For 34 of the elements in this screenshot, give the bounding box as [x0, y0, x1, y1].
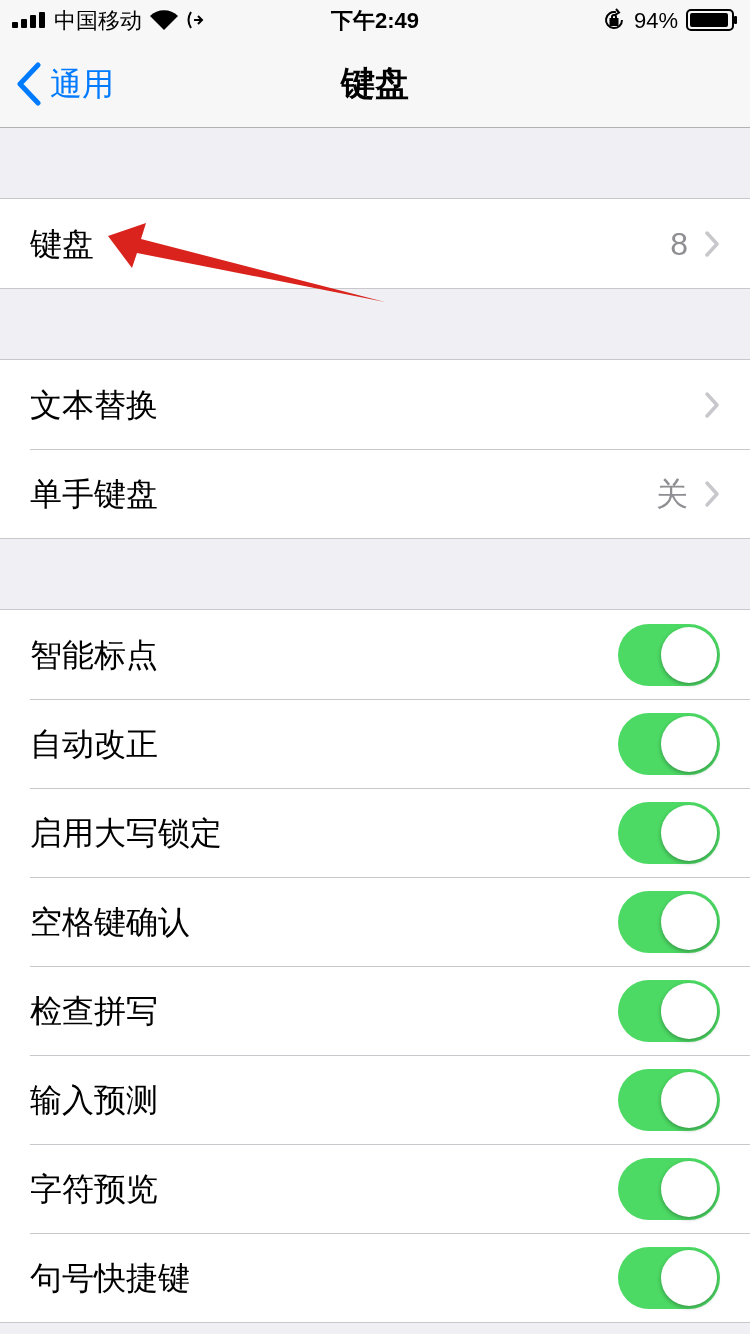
toggle-switch[interactable]	[618, 1247, 720, 1309]
call-forward-icon	[186, 10, 204, 30]
row-label: 单手键盘	[30, 475, 158, 514]
back-button[interactable]: 通用	[0, 40, 114, 128]
wifi-icon	[150, 10, 178, 30]
carrier-name: 中国移动	[54, 6, 142, 35]
row-label: 文本替换	[30, 385, 158, 425]
row-value: 关	[656, 475, 688, 514]
row-label: 输入预测	[30, 1081, 158, 1120]
toggle-switch[interactable]	[618, 802, 720, 864]
chevron-icon	[704, 390, 720, 419]
status-time: 下午2:49	[331, 6, 420, 35]
toggle-switch[interactable]	[618, 713, 720, 775]
signal-icon	[12, 12, 46, 28]
row-label: 字符预览	[30, 1170, 158, 1209]
toggle-switch[interactable]	[618, 623, 720, 686]
row-label: 启用大写锁定	[30, 814, 222, 853]
row-label: 智能标点	[30, 635, 158, 675]
back-chevron-icon	[16, 62, 42, 106]
toggle-switch[interactable]	[618, 1158, 720, 1220]
battery-icon	[686, 9, 738, 31]
row-label: 空格键确认	[30, 903, 190, 942]
row-label: 自动改正	[30, 725, 158, 764]
toggle-switch[interactable]	[618, 891, 720, 953]
chevron-icon	[704, 229, 720, 258]
chevron-icon	[704, 480, 720, 508]
row-label: 句号快捷键	[30, 1259, 190, 1298]
toggle-switch[interactable]	[618, 1069, 720, 1131]
row-value: 8	[670, 224, 688, 264]
row-label: 检查拼写	[30, 992, 158, 1031]
battery-percent: 94%	[633, 6, 678, 35]
row-label: 键盘	[30, 224, 94, 264]
page-title: 键盘	[341, 63, 409, 104]
toggle-switch[interactable]	[618, 980, 720, 1042]
